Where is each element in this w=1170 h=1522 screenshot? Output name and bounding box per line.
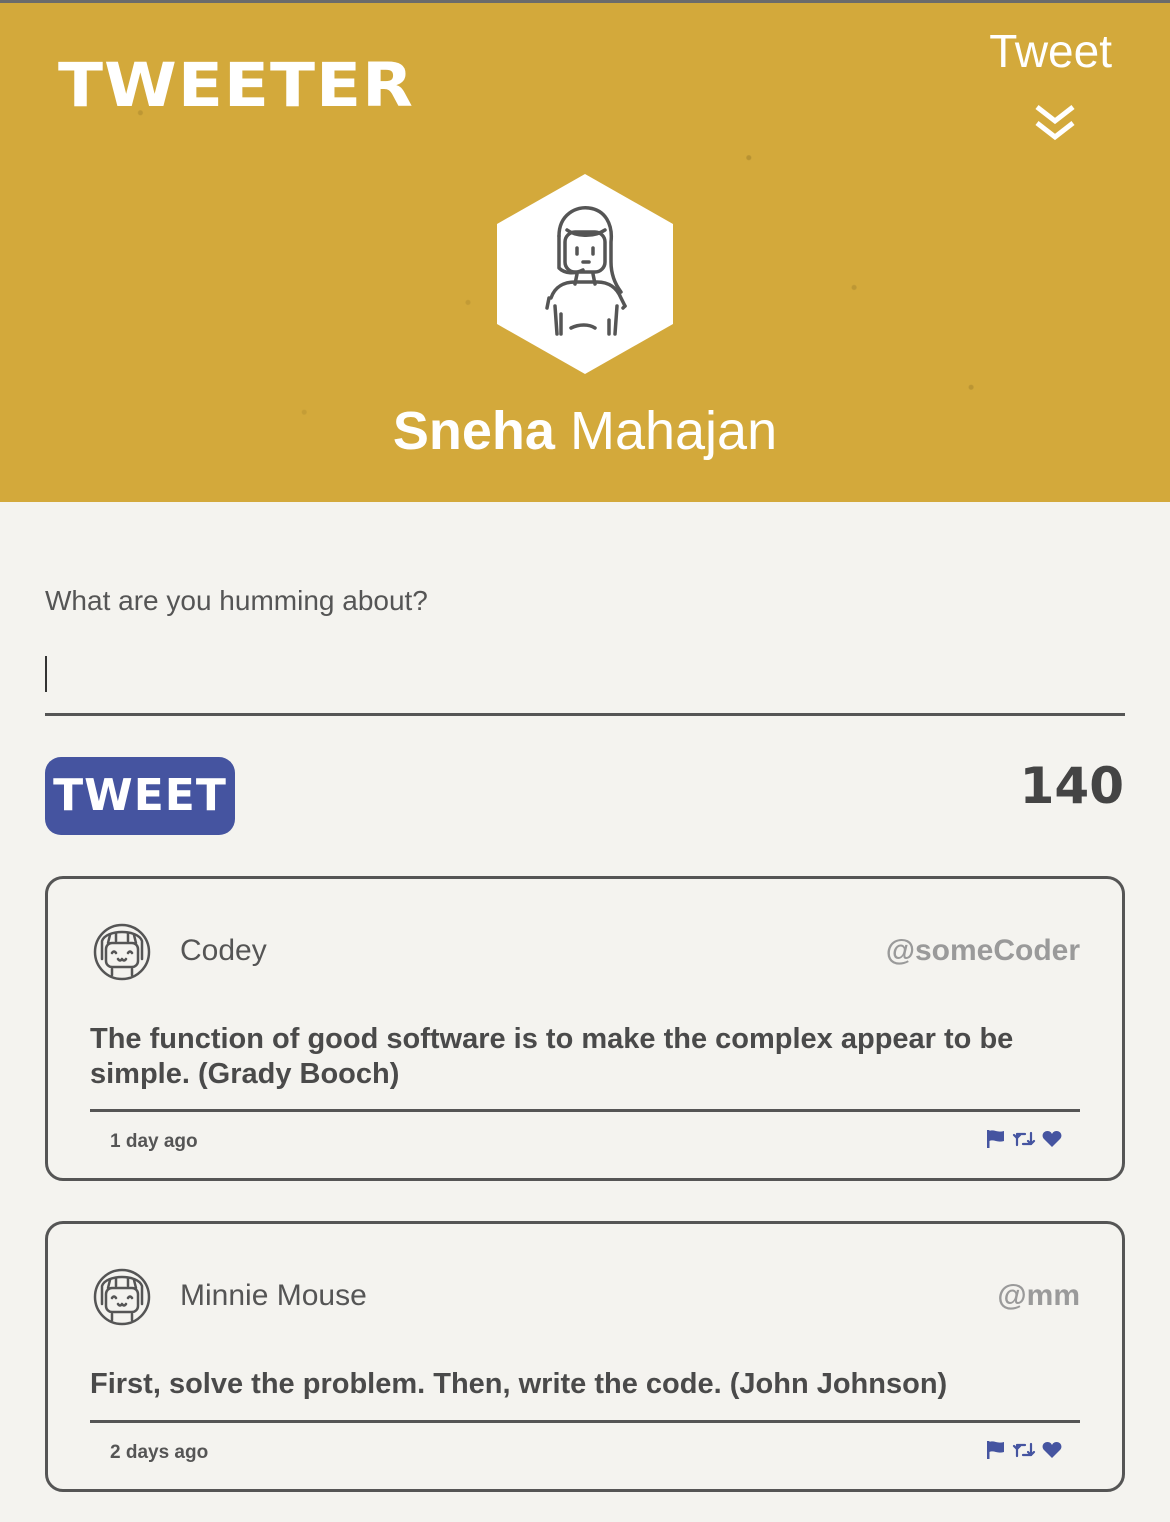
tweet-actions — [986, 1440, 1062, 1460]
retweet-icon[interactable] — [1012, 1440, 1036, 1460]
profile-name: Sneha Mahajan — [0, 399, 1170, 463]
character-counter: 140 — [1019, 757, 1124, 815]
tweet-author-handle[interactable]: @mm — [997, 1276, 1080, 1316]
tweet-author-handle[interactable]: @someCoder — [886, 931, 1080, 971]
tweet-card: Codey @someCoder The function of good so… — [45, 876, 1125, 1181]
tweet-card: Minnie Mouse @mm First, solve the proble… — [45, 1221, 1125, 1492]
retweet-icon[interactable] — [1012, 1129, 1036, 1149]
text-caret — [45, 656, 47, 692]
heart-icon[interactable] — [1042, 1441, 1062, 1459]
flag-icon[interactable] — [986, 1440, 1006, 1460]
tweet-textarea[interactable] — [45, 650, 1125, 716]
profile-header: TWEETER Tweet Sneha Mahajan — [0, 3, 1170, 502]
tweet-author-name[interactable]: Codey — [180, 931, 267, 971]
tweet-actions — [986, 1129, 1062, 1149]
tweet-text: First, solve the problem. Then, write th… — [90, 1368, 948, 1400]
nav-tweet-link[interactable]: Tweet — [989, 23, 1112, 79]
flag-icon[interactable] — [986, 1129, 1006, 1149]
tweet-text: The function of good software is to make… — [90, 1023, 1014, 1090]
tweet-button[interactable]: TWEET — [45, 757, 235, 835]
girl-face-icon — [93, 923, 151, 981]
user-avatar — [497, 174, 673, 374]
girl-face-icon — [93, 1268, 151, 1326]
tweet-timestamp: 2 days ago — [110, 1442, 209, 1463]
heart-icon[interactable] — [1042, 1130, 1062, 1148]
profile-first-name: Sneha — [392, 401, 555, 461]
tweet-divider — [90, 1109, 1080, 1112]
profile-last-name: Mahajan — [569, 401, 778, 461]
tweet-author-name[interactable]: Minnie Mouse — [180, 1276, 367, 1316]
tweet-timestamp: 1 day ago — [110, 1131, 198, 1152]
app-logo[interactable]: TWEETER — [58, 53, 414, 118]
compose-label: What are you humming about? — [45, 585, 428, 616]
double-chevron-down-icon[interactable] — [1032, 103, 1078, 143]
tweet-divider — [90, 1420, 1080, 1423]
